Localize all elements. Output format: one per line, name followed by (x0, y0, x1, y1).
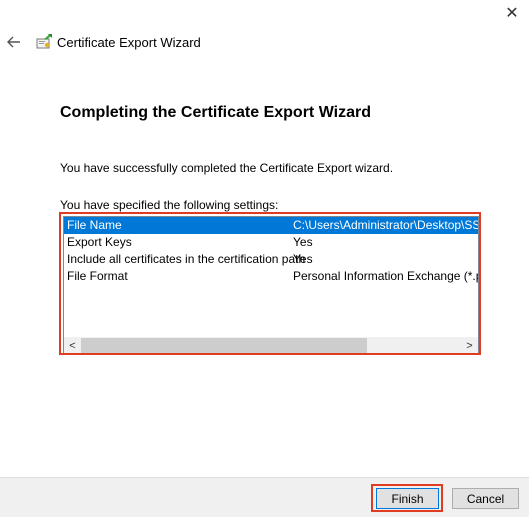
close-icon: ✕ (505, 5, 519, 22)
wizard-header: Certificate Export Wizard (0, 30, 529, 56)
back-arrow-icon (7, 36, 20, 48)
back-button[interactable] (5, 33, 23, 51)
finish-highlight-outline (371, 484, 443, 512)
certificate-export-wizard-window: ✕ Certificate Export Wizard Completing t… (0, 0, 529, 517)
success-message: You have successfully completed the Cert… (60, 161, 394, 175)
close-button[interactable]: ✕ (501, 2, 523, 24)
wizard-title: Certificate Export Wizard (57, 35, 201, 50)
certificate-wizard-icon (36, 34, 52, 49)
button-bar: Finish Cancel (0, 477, 529, 517)
settings-label: You have specified the following setting… (60, 198, 279, 212)
cancel-button[interactable]: Cancel (452, 488, 519, 509)
listbox-highlight-outline (59, 212, 481, 355)
page-title: Completing the Certificate Export Wizard (60, 104, 371, 121)
